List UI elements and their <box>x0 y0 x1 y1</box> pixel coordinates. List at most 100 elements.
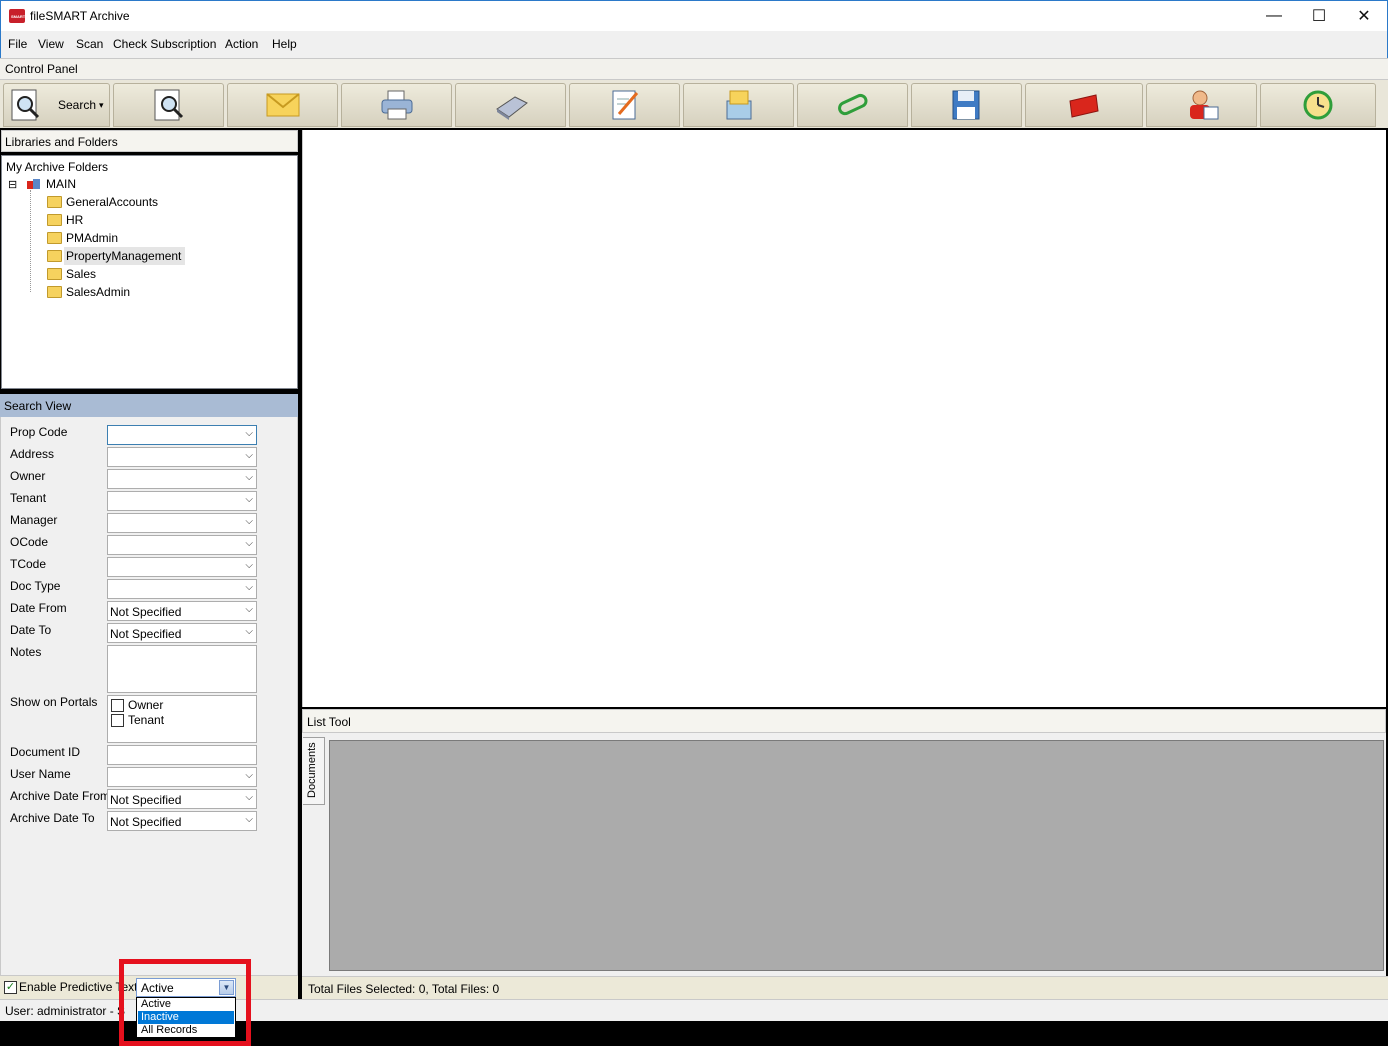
menu-file[interactable]: File <box>8 37 27 51</box>
folder-icon <box>47 214 62 226</box>
mailbox-icon <box>721 87 757 123</box>
chevron-down-icon: ⌵ <box>245 428 253 439</box>
owner-combo[interactable]: ⌵ <box>107 469 257 489</box>
search-tool-button[interactable]: Search ▾ <box>3 83 110 127</box>
chevron-down-icon: ⌵ <box>245 626 253 637</box>
printer-icon <box>379 87 415 123</box>
tenant-label: Tenant <box>10 491 47 505</box>
owner-portal-label: Owner <box>128 698 164 712</box>
manager-label: Manager <box>10 513 58 527</box>
scan-button[interactable] <box>455 83 566 127</box>
search-view-title: Search View <box>4 399 72 413</box>
tenant-portal-checkbox[interactable] <box>111 714 124 727</box>
documents-grid[interactable] <box>329 740 1384 971</box>
document-preview-area[interactable] <box>302 130 1386 707</box>
date-from-combo[interactable]: Not Specified ⌵ <box>107 601 257 621</box>
search-document-icon <box>151 87 187 123</box>
menu-bar: File View Scan Check Subscription Action… <box>0 31 1388 58</box>
folder-icon <box>47 268 62 280</box>
folder-icon <box>47 250 62 262</box>
maximize-button[interactable]: ☐ <box>1296 1 1342 31</box>
close-button[interactable]: ✕ <box>1341 1 1387 31</box>
document-id-input[interactable] <box>107 745 257 765</box>
manager-combo[interactable]: ⌵ <box>107 513 257 533</box>
tree-folder-sales[interactable]: Sales <box>66 267 96 281</box>
tree-folder-propertymanagement[interactable]: PropertyManagement <box>64 247 186 265</box>
chevron-down-icon: ⌵ <box>245 560 253 571</box>
totals-text: Total Files Selected: 0, Total Files: 0 <box>308 982 500 996</box>
menu-scan[interactable]: Scan <box>76 37 103 51</box>
search-view-header: Search View <box>0 394 298 417</box>
control-panel-label: Control Panel <box>5 62 78 76</box>
tree-folder-salesadmin[interactable]: SalesAdmin <box>66 285 130 299</box>
tree-guide-line <box>30 190 31 292</box>
collapse-icon[interactable]: ⊟ <box>8 178 17 191</box>
document-id-label: Document ID <box>10 745 81 759</box>
search-document-button[interactable] <box>113 83 224 127</box>
documents-tab-label: Documents <box>306 742 318 798</box>
address-combo[interactable]: ⌵ <box>107 447 257 467</box>
tree-root[interactable]: My Archive Folders <box>6 160 108 174</box>
show-on-portals-label: Show on Portals <box>10 695 98 709</box>
search-tool-label: Search <box>58 98 97 112</box>
enable-predictive-checkbox[interactable]: ✓ <box>4 981 17 994</box>
tree-folder-pmadmin[interactable]: PMAdmin <box>66 231 118 245</box>
menu-help[interactable]: Help <box>272 37 297 51</box>
archive-date-to-combo[interactable]: Not Specified ⌵ <box>107 811 257 831</box>
minimize-button[interactable]: — <box>1251 1 1297 31</box>
chevron-down-icon: ⌵ <box>245 770 253 781</box>
tcode-combo[interactable]: ⌵ <box>107 557 257 577</box>
tenant-portal-label: Tenant <box>128 713 165 727</box>
mailbox-button[interactable] <box>683 83 794 127</box>
prop-code-combo[interactable]: ⌵ <box>107 425 257 445</box>
notes-textarea[interactable] <box>107 645 257 693</box>
prop-code-label: Prop Code <box>10 425 68 439</box>
folder-icon <box>47 286 62 298</box>
tree-folder-generalaccounts[interactable]: GeneralAccounts <box>66 195 158 209</box>
paperclip-icon <box>835 87 871 123</box>
tree-folder-hr[interactable]: HR <box>66 213 83 227</box>
red-folder-button[interactable] <box>1025 83 1143 127</box>
ocode-label: OCode <box>10 535 49 549</box>
edit-document-icon <box>607 87 643 123</box>
user-name-label: User Name <box>10 767 71 781</box>
control-panel-header: Control Panel <box>0 58 1388 80</box>
tree-library-main[interactable]: MAIN <box>46 177 76 191</box>
app-logo-icon: SMART <box>9 9 25 23</box>
menu-view[interactable]: View <box>38 37 64 51</box>
user-card-icon <box>1184 87 1220 123</box>
annotation-highlight-box <box>119 959 251 1046</box>
attach-button[interactable] <box>797 83 908 127</box>
menu-action[interactable]: Action <box>225 37 258 51</box>
tab-documents[interactable]: Documents <box>303 737 325 805</box>
list-tool-header: List Tool <box>302 709 1386 733</box>
user-button[interactable] <box>1146 83 1257 127</box>
archive-date-from-combo[interactable]: Not Specified ⌵ <box>107 789 257 809</box>
tcode-label: TCode <box>10 557 47 571</box>
chevron-down-icon: ⌵ <box>245 450 253 461</box>
chevron-down-icon: ⌵ <box>245 516 253 527</box>
doc-type-combo[interactable]: ⌵ <box>107 579 257 599</box>
tenant-combo[interactable]: ⌵ <box>107 491 257 511</box>
window-title: fileSMART Archive <box>30 9 130 23</box>
user-name-combo[interactable]: ⌵ <box>107 767 257 787</box>
ocode-combo[interactable]: ⌵ <box>107 535 257 555</box>
date-to-combo[interactable]: Not Specified ⌵ <box>107 623 257 643</box>
save-button[interactable] <box>911 83 1022 127</box>
history-button[interactable] <box>1260 83 1376 127</box>
email-button[interactable] <box>227 83 338 127</box>
save-floppy-icon <box>949 87 985 123</box>
title-bar[interactable]: SMART fileSMART Archive — ☐ ✕ <box>0 0 1388 31</box>
owner-portal-checkbox[interactable] <box>111 699 124 712</box>
chevron-down-icon: ⌵ <box>245 472 253 483</box>
doc-type-label: Doc Type <box>10 579 61 593</box>
scanner-icon <box>493 87 529 123</box>
folder-tree[interactable]: My Archive Folders ⊟ MAIN GeneralAccount… <box>1 155 298 389</box>
totals-bar: Total Files Selected: 0, Total Files: 0 <box>302 976 1388 999</box>
menu-check-subscription[interactable]: Check Subscription <box>113 37 216 51</box>
edit-document-button[interactable] <box>569 83 680 127</box>
email-icon <box>265 87 301 123</box>
print-button[interactable] <box>341 83 452 127</box>
toolbar: Search ▾ <box>0 80 1388 128</box>
red-folder-icon <box>1066 87 1102 123</box>
